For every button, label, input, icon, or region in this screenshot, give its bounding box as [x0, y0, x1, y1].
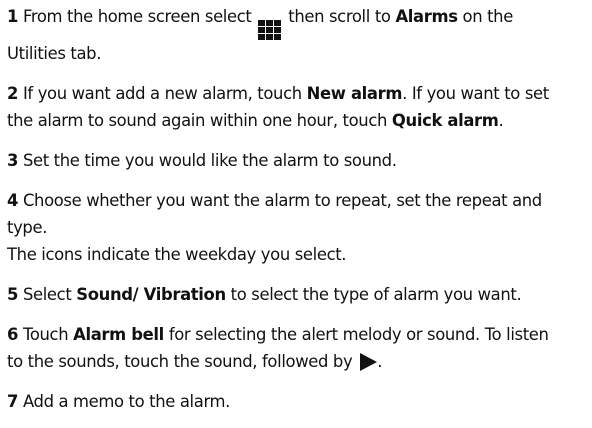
step-text: .	[377, 352, 383, 371]
step-number: 3	[7, 151, 19, 170]
step-text: Choose whether you want the alarm to rep…	[22, 191, 542, 210]
step-number: 7	[7, 392, 19, 411]
step-text: on the	[462, 7, 514, 26]
step-text: Touch	[22, 325, 69, 344]
step-5: 5 Select Sound/ Vibration to select the …	[7, 281, 587, 308]
step-4: 4 Choose whether you want the alarm to r…	[7, 187, 587, 268]
grid-menu-icon	[258, 20, 282, 40]
step-text: then scroll to	[288, 7, 391, 26]
step-text: for selecting the alert melody or sound.…	[168, 325, 549, 344]
step-bold-term: Alarms	[395, 7, 458, 26]
step-1: 1 From the home screen select then scrol…	[7, 3, 587, 67]
step-text: .	[498, 111, 504, 130]
step-text: Set the time you would like the alarm to…	[22, 151, 397, 170]
alarm-instructions: 1 From the home screen select then scrol…	[7, 3, 587, 428]
step-number: 1	[7, 7, 19, 26]
step-text: Utilities tab.	[7, 44, 102, 63]
step-text: If you want add a new alarm, touch	[22, 84, 302, 103]
step-text: Select	[22, 285, 72, 304]
step-bold-term: Alarm bell	[73, 325, 164, 344]
step-text: Add a memo to the alarm.	[22, 392, 231, 411]
step-6: 6 Touch Alarm bell for selecting the ale…	[7, 321, 587, 375]
step-7: 7 Add a memo to the alarm.	[7, 388, 587, 415]
step-text: The icons indicate the weekday you selec…	[7, 245, 347, 264]
step-text: the alarm to sound again within one hour…	[7, 111, 388, 130]
step-text: From the home screen select	[22, 7, 252, 26]
step-text: . If you want to set	[402, 84, 549, 103]
step-2: 2 If you want add a new alarm, touch New…	[7, 80, 587, 134]
step-text: to the sounds, touch the sound, followed…	[7, 352, 353, 371]
step-bold-term: Sound/ Vibration	[76, 285, 226, 304]
step-number: 6	[7, 325, 19, 344]
step-number: 2	[7, 84, 19, 103]
step-3: 3 Set the time you would like the alarm …	[7, 147, 587, 174]
step-text: type.	[7, 218, 48, 237]
step-number: 4	[7, 191, 19, 210]
step-bold-term: New alarm	[306, 84, 403, 103]
play-icon	[360, 353, 378, 371]
step-number: 5	[7, 285, 19, 304]
step-text: to select the type of alarm you want.	[230, 285, 522, 304]
step-bold-term: Quick alarm	[391, 111, 499, 130]
